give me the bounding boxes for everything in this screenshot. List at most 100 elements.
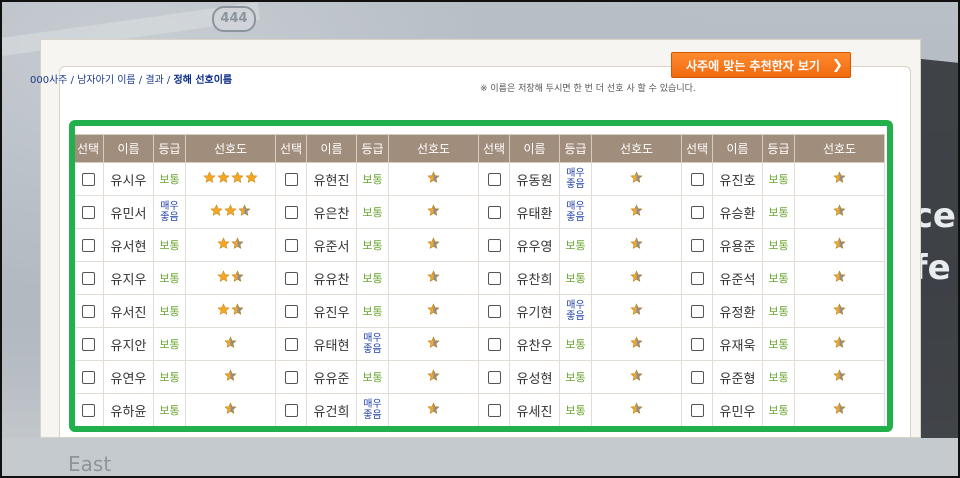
recommend-hanja-button[interactable]: 사주에 맞는 추천한자 보기 ❯ (671, 52, 851, 78)
preference-cell (185, 393, 276, 427)
star-rating (833, 302, 846, 316)
select-checkbox[interactable] (81, 172, 95, 186)
select-cell (478, 261, 510, 295)
select-checkbox[interactable] (81, 238, 95, 252)
preference-cell (185, 261, 276, 295)
grade-label: 매우좋음 (566, 168, 585, 190)
recommend-hanja-label: 사주에 맞는 추천한자 보기 (686, 58, 820, 73)
select-checkbox[interactable] (690, 304, 704, 318)
select-cell (681, 261, 713, 295)
preference-cell (388, 294, 479, 328)
select-checkbox[interactable] (690, 403, 704, 417)
star-icon (833, 236, 846, 250)
grade-cell: 보통 (762, 261, 795, 295)
grade-cell: 매우좋음 (356, 327, 389, 361)
name-cell: 유하윤 (103, 393, 154, 427)
select-checkbox[interactable] (81, 271, 95, 285)
select-checkbox[interactable] (81, 403, 95, 417)
star-icon (427, 335, 440, 349)
preference-cell (794, 294, 885, 328)
grade-cell: 보통 (153, 393, 186, 427)
select-checkbox[interactable] (284, 172, 298, 186)
star-rating (210, 203, 251, 217)
name-cell: 유시우 (103, 162, 154, 196)
preference-cell (591, 162, 682, 196)
name-cell: 유민서 (103, 195, 154, 229)
preference-cell (794, 228, 885, 262)
select-checkbox[interactable] (690, 172, 704, 186)
column-header: 등급 (559, 134, 592, 163)
grade-cell: 보통 (153, 162, 186, 196)
select-checkbox[interactable] (487, 172, 501, 186)
preference-cell (388, 261, 479, 295)
select-cell (72, 393, 104, 427)
select-checkbox[interactable] (690, 271, 704, 285)
grade-cell: 매우좋음 (559, 162, 592, 196)
star-rating (427, 368, 440, 382)
select-cell (681, 327, 713, 361)
select-checkbox[interactable] (284, 271, 298, 285)
preference-cell (591, 393, 682, 427)
select-cell (478, 327, 510, 361)
grade-label: 보통 (768, 239, 789, 252)
select-checkbox[interactable] (690, 205, 704, 219)
star-icon (427, 368, 440, 382)
star-icon (833, 368, 846, 382)
grade-cell: 보통 (153, 261, 186, 295)
select-checkbox[interactable] (284, 304, 298, 318)
grade-cell: 보통 (762, 162, 795, 196)
select-checkbox[interactable] (487, 271, 501, 285)
grade-cell: 보통 (356, 360, 389, 394)
select-checkbox[interactable] (284, 370, 298, 384)
select-checkbox[interactable] (284, 337, 298, 351)
select-checkbox[interactable] (284, 403, 298, 417)
grade-cell: 보통 (153, 294, 186, 328)
select-checkbox[interactable] (81, 370, 95, 384)
name-cell: 유서진 (103, 294, 154, 328)
select-checkbox[interactable] (81, 304, 95, 318)
select-checkbox[interactable] (81, 337, 95, 351)
grade-cell: 보통 (762, 360, 795, 394)
select-checkbox[interactable] (284, 205, 298, 219)
preference-cell (794, 162, 885, 196)
star-icon (630, 401, 643, 415)
select-checkbox[interactable] (690, 337, 704, 351)
star-icon (217, 302, 230, 316)
select-checkbox[interactable] (487, 238, 501, 252)
breadcrumb-prefix: 000사주 / 남자아기 이름 / 결과 / (30, 75, 174, 86)
name-table: 선택 이름 등급 선호도 선택 이름 등급 선호도 선택 이름 등급 선호도 선택 이름 등급 선호도 유시우… (72, 134, 885, 427)
select-checkbox[interactable] (487, 205, 501, 219)
name-cell: 유민우 (712, 393, 763, 427)
preference-cell (591, 195, 682, 229)
star-rating (630, 335, 643, 349)
star-rating (427, 203, 440, 217)
select-checkbox[interactable] (81, 205, 95, 219)
notice-text: ※ 이름은 저장해 두시면 한 번 더 선호 사 할 수 있습니다. (480, 84, 696, 94)
select-checkbox[interactable] (487, 370, 501, 384)
grade-label: 보통 (362, 206, 383, 219)
grade-label: 보통 (565, 371, 586, 384)
select-checkbox[interactable] (690, 238, 704, 252)
column-header: 선택 (72, 134, 104, 163)
select-checkbox[interactable] (487, 337, 501, 351)
select-cell (681, 393, 713, 427)
select-checkbox[interactable] (487, 304, 501, 318)
name-cell: 유용준 (712, 228, 763, 262)
preference-cell (794, 360, 885, 394)
column-header: 등급 (762, 134, 795, 163)
preference-cell (185, 360, 276, 394)
grade-cell: 매우좋음 (559, 294, 592, 328)
select-cell (275, 162, 307, 196)
select-checkbox[interactable] (284, 238, 298, 252)
name-cell: 유준서 (306, 228, 357, 262)
column-header: 선택 (275, 134, 307, 163)
breadcrumb-current[interactable]: 정해 선호이름 (173, 75, 232, 86)
grade-label: 보통 (565, 272, 586, 285)
star-icon (833, 269, 846, 283)
column-header: 선택 (478, 134, 510, 163)
select-checkbox[interactable] (487, 403, 501, 417)
grade-label: 보통 (159, 404, 180, 417)
star-icon (231, 170, 244, 184)
select-checkbox[interactable] (690, 370, 704, 384)
star-rating (217, 269, 244, 283)
